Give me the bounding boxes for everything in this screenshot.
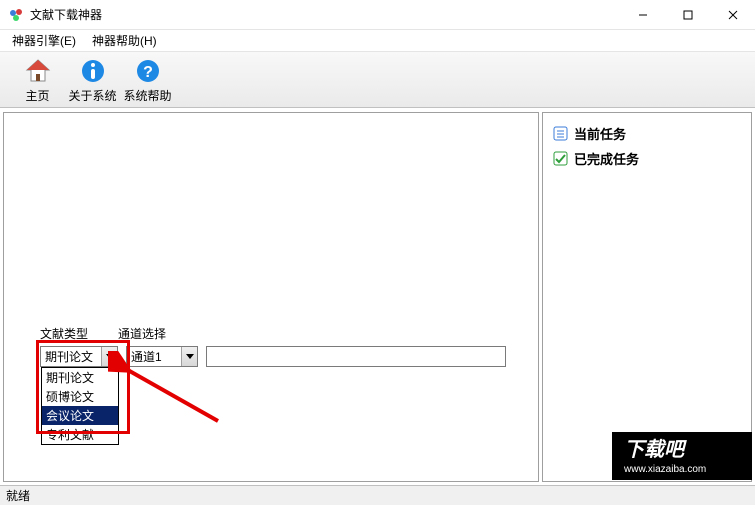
search-input[interactable] [206,346,506,367]
syshelp-label: 系统帮助 [123,87,171,104]
type-selected: 期刊论文 [41,348,101,365]
check-icon [553,151,568,166]
menubar: 神器引擎(E) 神器帮助(H) [0,30,755,52]
channel-selected: 通道1 [127,348,181,365]
watermark-line1: 下载吧 [624,438,687,461]
type-combobox[interactable]: 期刊论文 期刊论文 硕博论文 会议论文 专利文献 [40,346,118,367]
current-tasks-item[interactable]: 当前任务 [551,121,743,146]
help-icon: ? [134,57,162,85]
type-option[interactable]: 专利文献 [42,425,118,444]
minimize-button[interactable] [620,0,665,30]
client-area: 文献类型 通道选择 期刊论文 期刊论文 硕博论文 会议论文 专利文献 [0,108,755,485]
menu-help[interactable]: 神器帮助(H) [84,30,165,51]
status-text: 就绪 [6,487,30,504]
about-button[interactable]: 关于系统 [65,54,120,107]
home-icon [24,57,52,85]
type-option[interactable]: 期刊论文 [42,368,118,387]
titlebar: 文献下载神器 [0,0,755,30]
chevron-down-icon [181,347,197,366]
completed-tasks-label: 已完成任务 [574,149,639,168]
home-button[interactable]: 主页 [10,54,65,107]
list-icon [553,126,568,141]
home-label: 主页 [25,87,49,104]
type-label: 文献类型 [40,325,88,342]
main-pane: 文献类型 通道选择 期刊论文 期刊论文 硕博论文 会议论文 专利文献 [3,112,539,482]
channel-combobox[interactable]: 通道1 [126,346,198,367]
info-icon [79,57,107,85]
close-button[interactable] [710,0,755,30]
app-icon [8,7,24,23]
window-controls [620,0,755,29]
statusbar: 就绪 [0,485,755,505]
watermark: 下载吧 www.xiazaiba.com [612,432,752,483]
menu-engine[interactable]: 神器引擎(E) [4,30,84,51]
syshelp-button[interactable]: ? 系统帮助 [120,54,175,107]
watermark-line2: www.xiazaiba.com [623,464,706,475]
current-tasks-label: 当前任务 [574,124,626,143]
svg-text:?: ? [143,64,153,81]
completed-tasks-item[interactable]: 已完成任务 [551,146,743,171]
channel-label: 通道选择 [118,325,166,342]
type-option[interactable]: 硕博论文 [42,387,118,406]
type-dropdown: 期刊论文 硕博论文 会议论文 专利文献 [41,367,119,445]
type-option[interactable]: 会议论文 [42,406,118,425]
maximize-button[interactable] [665,0,710,30]
window-title: 文献下载神器 [30,6,620,23]
form-area: 文献类型 通道选择 期刊论文 期刊论文 硕博论文 会议论文 专利文献 [40,325,506,367]
side-pane: 当前任务 已完成任务 [542,112,752,482]
toolbar: 主页 关于系统 ? 系统帮助 [0,52,755,108]
chevron-down-icon [101,347,117,366]
about-label: 关于系统 [68,87,116,104]
